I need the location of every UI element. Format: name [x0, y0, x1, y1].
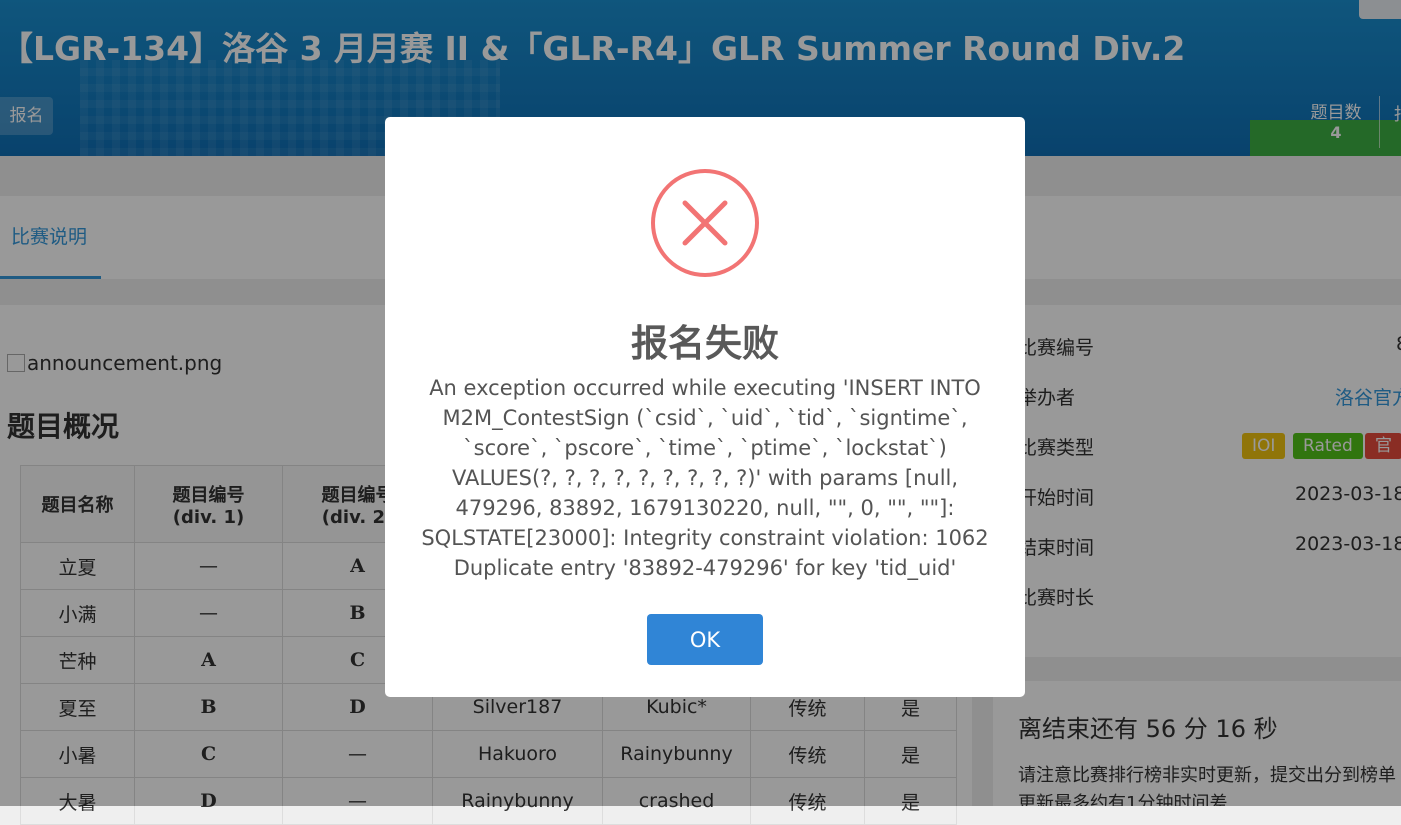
error-x-icon — [651, 169, 759, 277]
dialog-title: 报名失败 — [631, 322, 779, 365]
error-dialog: 报名失败 An exception occurred while executi… — [385, 117, 1025, 697]
dialog-message: An exception occurred while executing 'I… — [421, 376, 989, 580]
ok-button[interactable]: OK — [647, 614, 763, 665]
